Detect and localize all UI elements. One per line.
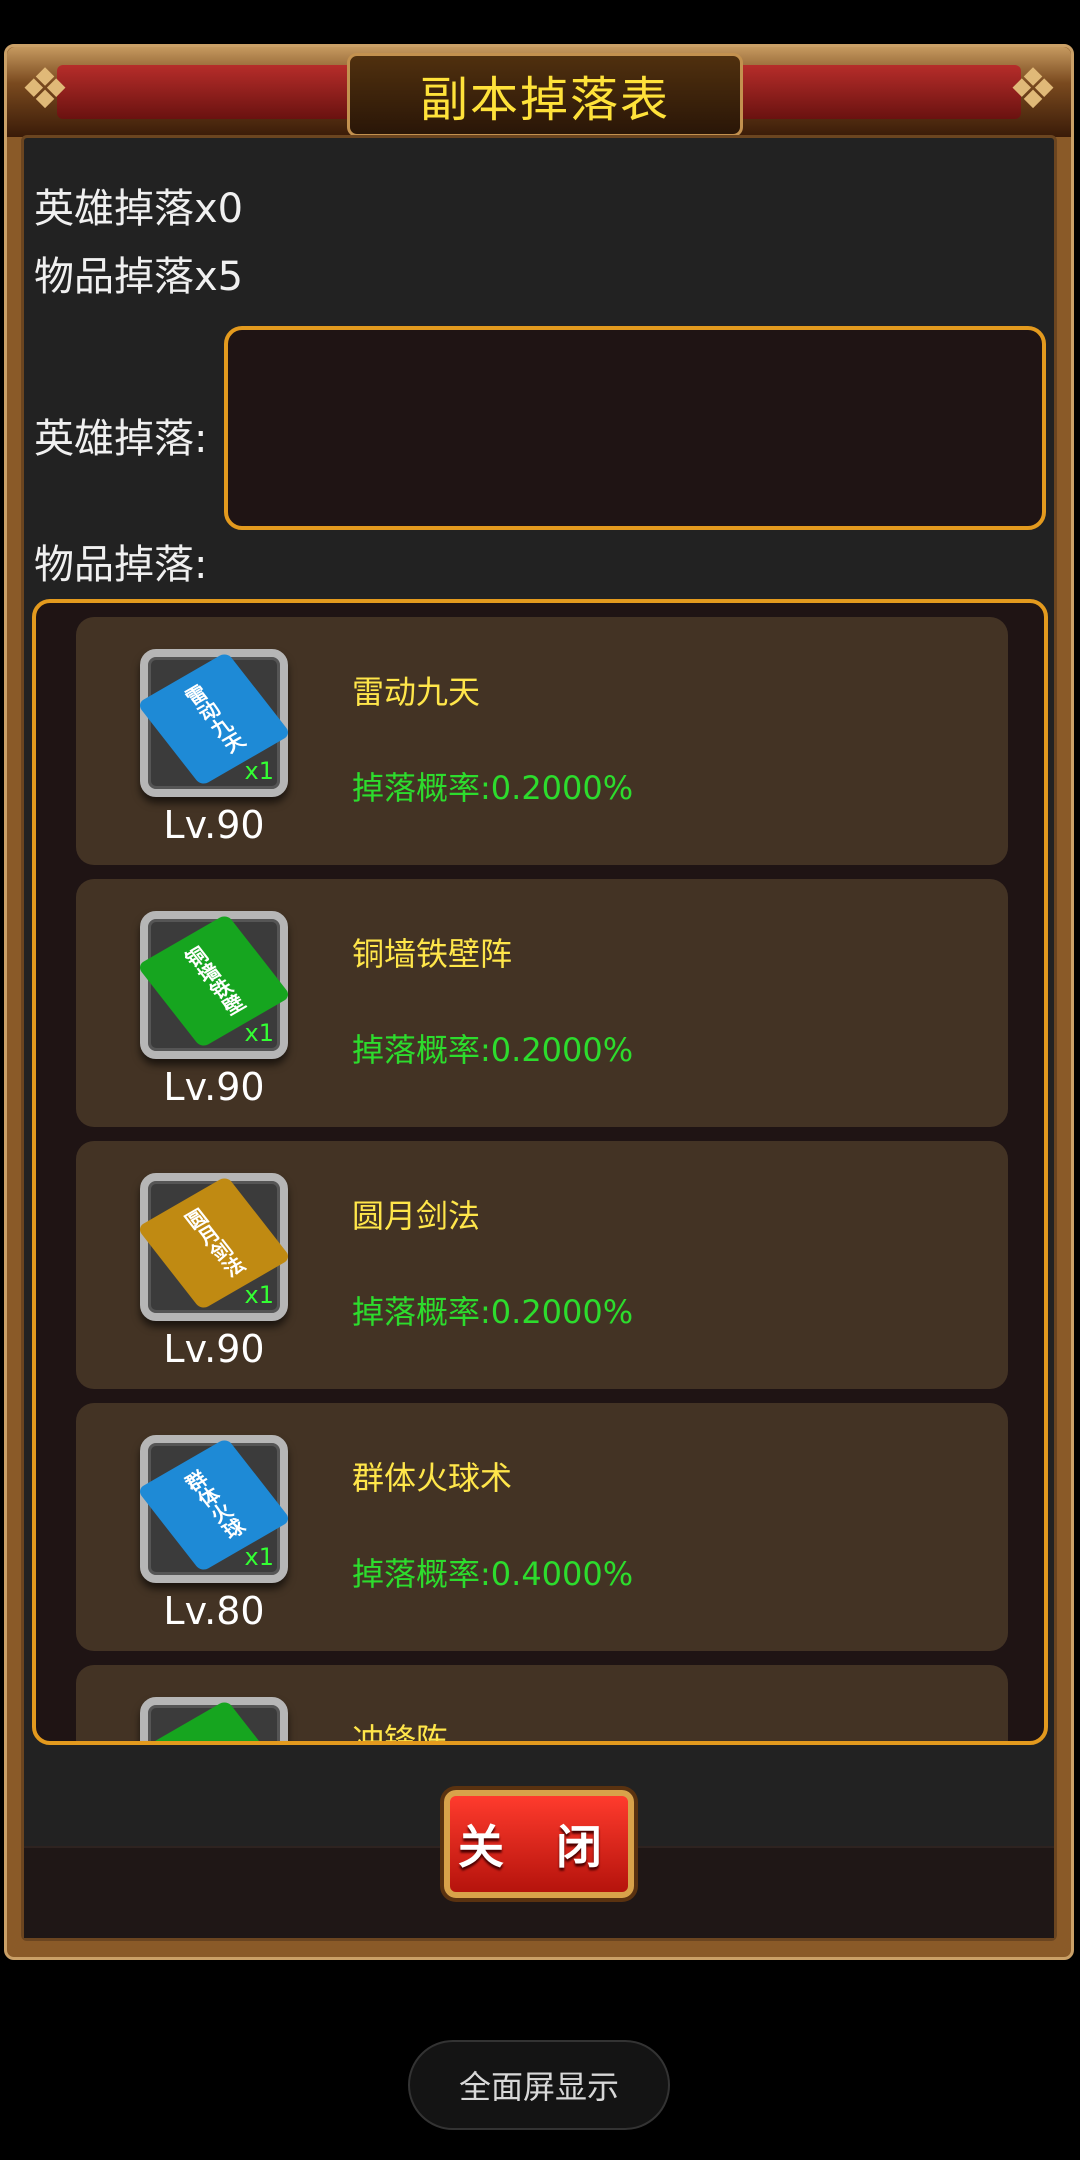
skill-book-icon[interactable]: 群体火球 x1 bbox=[136, 1435, 292, 1583]
fullscreen-display-button[interactable]: 全面屏显示 bbox=[408, 2040, 670, 2130]
book-cover bbox=[136, 1699, 292, 1741]
list-item[interactable]: 雷动九天 x1 Lv.90 雷动九天 掉落概率:0.2000% bbox=[76, 617, 1008, 865]
item-level: Lv.90 bbox=[163, 1327, 265, 1371]
item-quantity: x1 bbox=[244, 1281, 274, 1309]
item-level: Lv.90 bbox=[163, 803, 265, 847]
hero-drop-list[interactable] bbox=[224, 326, 1046, 530]
header-ornament-left bbox=[57, 65, 377, 119]
corner-ornament-icon: ❖ bbox=[1007, 57, 1059, 122]
skill-book-icon[interactable]: 圆月剑法 x1 bbox=[136, 1173, 292, 1321]
skill-book-icon[interactable]: 雷动九天 x1 bbox=[136, 649, 292, 797]
item-level: Lv.80 bbox=[163, 1589, 265, 1633]
item-quantity: x1 bbox=[244, 1019, 274, 1047]
item-level: Lv.90 bbox=[163, 1065, 265, 1109]
drop-rate: 掉落概率:0.2000% bbox=[352, 1031, 634, 1069]
item-quantity: x1 bbox=[244, 757, 274, 785]
skill-book-icon[interactable]: 铜墙铁壁 x1 bbox=[136, 911, 292, 1059]
title-plate: 副本掉落表 bbox=[347, 53, 743, 137]
dialog-header: ❖ ❖ 副本掉落表 bbox=[7, 47, 1071, 137]
close-button[interactable]: 关 闭 bbox=[444, 1790, 634, 1898]
item-name: 雷动九天 bbox=[352, 673, 481, 711]
item-name: 冲锋陈 bbox=[352, 1721, 449, 1745]
item-name: 圆月剑法 bbox=[352, 1197, 481, 1235]
skill-book-icon[interactable] bbox=[136, 1697, 292, 1741]
drop-rate: 掉落概率:0.2000% bbox=[352, 769, 634, 807]
dialog-title: 副本掉落表 bbox=[419, 72, 670, 128]
hero-drop-count: 英雄掉落x0 bbox=[34, 186, 244, 232]
fullscreen-display-label: 全面屏显示 bbox=[458, 2068, 619, 2106]
hero-drop-label: 英雄掉落: bbox=[34, 416, 208, 462]
close-button-label: 关 闭 bbox=[457, 1820, 620, 1874]
list-item[interactable]: 铜墙铁壁 x1 Lv.90 铜墙铁壁阵 掉落概率:0.2000% bbox=[76, 879, 1008, 1127]
item-drop-list[interactable]: 雷动九天 x1 Lv.90 雷动九天 掉落概率:0.2000% 铜墙铁壁 x1 … bbox=[32, 599, 1048, 1745]
corner-ornament-icon: ❖ bbox=[19, 57, 71, 122]
item-quantity: x1 bbox=[244, 1543, 274, 1571]
drop-rate: 掉落概率:0.2000% bbox=[352, 1293, 634, 1331]
item-drop-label: 物品掉落: bbox=[34, 542, 208, 588]
list-item[interactable]: 圆月剑法 x1 Lv.90 圆月剑法 掉落概率:0.2000% bbox=[76, 1141, 1008, 1389]
item-name: 群体火球术 bbox=[352, 1459, 513, 1497]
item-drop-count: 物品掉落x5 bbox=[34, 254, 244, 300]
item-list: 雷动九天 x1 Lv.90 雷动九天 掉落概率:0.2000% 铜墙铁壁 x1 … bbox=[76, 617, 1008, 1745]
list-item[interactable]: 冲锋陈 bbox=[76, 1665, 1008, 1745]
item-name: 铜墙铁壁阵 bbox=[352, 935, 513, 973]
drop-rate: 掉落概率:0.4000% bbox=[352, 1555, 634, 1593]
header-ornament-right bbox=[701, 65, 1021, 119]
list-item[interactable]: 群体火球 x1 Lv.80 群体火球术 掉落概率:0.4000% bbox=[76, 1403, 1008, 1651]
